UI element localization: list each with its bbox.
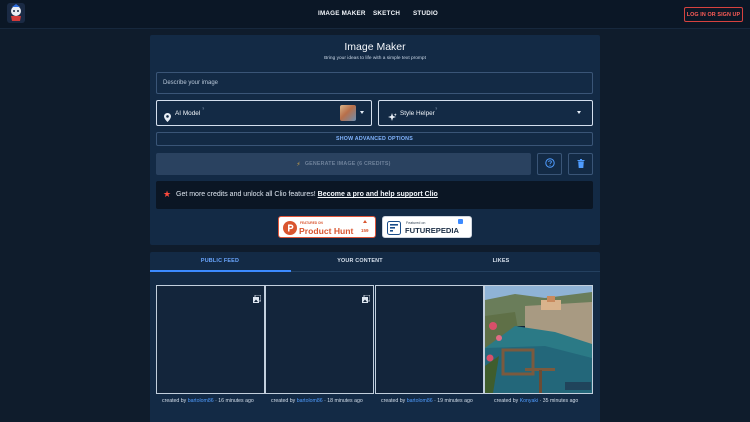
caption-prefix: created by [162,398,187,404]
ai-model-help-icon[interactable]: ? [202,106,204,111]
generate-image-label: GENERATE IMAGE (6 CREDITS) [304,161,391,167]
futurepedia-name: FUTUREPEDIA [405,226,460,235]
location-pin-icon [164,109,171,127]
feed-item-caption: created by bartolom86 · 18 minutes ago [271,398,363,404]
image-stack-icon [362,290,371,308]
show-advanced-options-button[interactable]: SHOW ADVANCED OPTIONS [156,132,593,146]
chevron-down-icon [360,111,364,114]
help-button[interactable] [537,153,562,175]
ai-model-label: AI Model [175,110,201,117]
producthunt-count: 159 [361,228,369,233]
prompt-input[interactable]: Describe your image [156,72,593,94]
futurepedia-top-text: Featured on [406,221,426,225]
product-hunt-badge[interactable]: FEATURED ON Product Hunt 159 [278,216,376,238]
author-link[interactable]: bartolom86 [297,398,323,404]
futurepedia-badge[interactable]: Featured on FUTUREPEDIA [382,216,472,238]
ai-model-select[interactable]: AI Model ? [156,100,372,126]
caption-time: · 18 minutes ago [324,398,363,404]
caption-prefix: created by [271,398,296,404]
futurepedia-logo-icon [387,221,401,235]
caption-time: · 19 minutes ago [434,398,473,404]
style-helper-select[interactable]: Style Helper ? [378,100,593,126]
feed-image-card[interactable] [156,285,265,394]
promo-text: Get more credits and unlock all Clio fea… [176,191,438,198]
author-link[interactable]: bartolom86 [188,398,214,404]
trash-icon [577,155,585,173]
style-helper-label: Style Helper [400,110,435,117]
sparkle-icon [388,109,397,127]
feed-image-card[interactable] [484,285,593,394]
star-icon: ★ [163,189,172,199]
producthunt-top-text: FEATURED ON [300,221,323,225]
promo-message: Get more credits and unlock all Clio fea… [176,191,316,198]
become-pro-link[interactable]: Become a pro and help support Clio [318,191,438,198]
delete-button[interactable] [568,153,593,175]
login-signup-button[interactable]: LOG IN OR SIGN UP [684,7,743,22]
feed-image-card[interactable] [375,285,484,394]
image-stack-icon [253,290,262,308]
app-logo-icon[interactable] [7,3,25,23]
upvote-arrow-icon [363,220,367,223]
page-subtitle: Bring your ideas to life with a simple t… [324,56,426,61]
help-circle-icon [544,155,555,173]
author-link[interactable]: Konyaki [520,398,538,404]
product-hunt-logo-icon [283,221,297,235]
author-link[interactable]: bartolom86 [407,398,433,404]
top-navbar: IMAGE MAKER SKETCH STUDIO LOG IN OR SIGN… [0,0,750,29]
feed-item-caption: created by bartolom86 · 16 minutes ago [162,398,254,404]
tab-likes[interactable]: LIKES [431,258,571,264]
feed-item-caption: created by bartolom86 · 19 minutes ago [381,398,473,404]
bolt-icon: ⚡ [296,161,301,168]
feed-image-card[interactable] [265,285,374,394]
coastal-village-photo [485,286,592,393]
chevron-down-icon [577,111,581,114]
generate-image-button[interactable]: ⚡ GENERATE IMAGE (6 CREDITS) [156,153,531,175]
nav-studio[interactable]: STUDIO [413,10,438,17]
tab-your-content[interactable]: YOUR CONTENT [290,258,430,264]
nav-sketch[interactable]: SKETCH [373,10,400,17]
caption-prefix: created by [381,398,406,404]
image-maker-panel: Image Maker Bring your ideas to life wit… [150,35,600,245]
style-helper-help-icon[interactable]: ? [435,106,437,111]
upgrade-promo-banner: ★ Get more credits and unlock all Clio f… [156,181,593,209]
feed-panel: PUBLIC FEED YOUR CONTENT LIKES created b… [150,252,600,422]
producthunt-name: Product Hunt [299,225,354,236]
caption-time: · 16 minutes ago [215,398,254,404]
page-title: Image Maker [344,41,406,53]
feed-item-caption: created by Konyaki · 35 minutes ago [494,398,578,404]
nav-image-maker[interactable]: IMAGE MAKER [318,10,366,17]
caption-prefix: created by [494,398,519,404]
tab-public-feed[interactable]: PUBLIC FEED [150,258,290,264]
prompt-placeholder: Describe your image [163,80,219,86]
futurepedia-tag-icon [458,219,463,224]
model-thumbnail [340,105,356,121]
caption-time: · 35 minutes ago [539,398,579,404]
active-tab-indicator [150,270,291,272]
